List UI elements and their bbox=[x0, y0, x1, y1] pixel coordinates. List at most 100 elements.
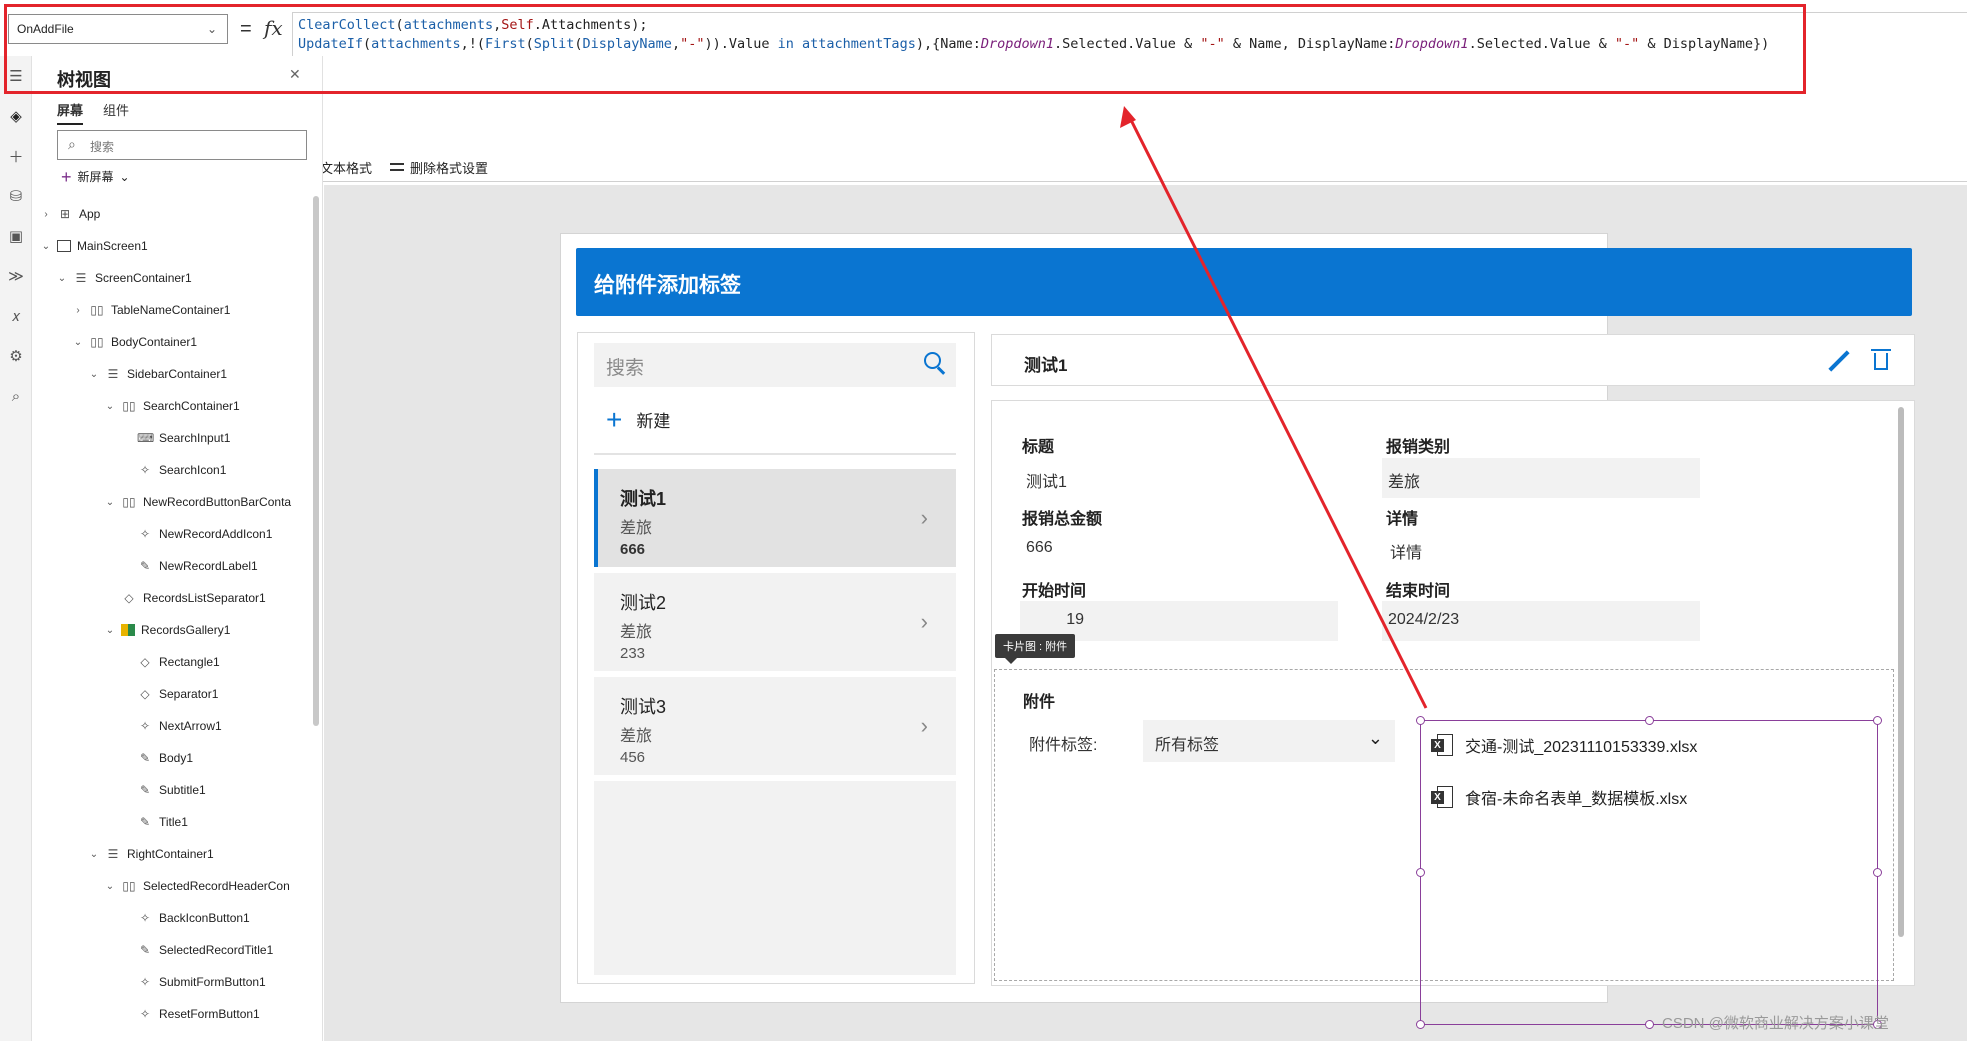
tree-view-layers-icon[interactable]: ◈ bbox=[0, 96, 32, 136]
amount-label: 报销总金额 bbox=[1022, 511, 1103, 528]
insert-plus-icon[interactable]: ＋ bbox=[0, 136, 32, 176]
chevron-down-icon: ⌄ bbox=[206, 22, 217, 36]
tree-tabs: 屏幕 组件 bbox=[57, 100, 129, 125]
remove-format-button[interactable]: 删除格式设置 bbox=[390, 158, 488, 177]
search-icon[interactable] bbox=[924, 352, 946, 374]
chevron-down-icon[interactable]: ⌄ bbox=[39, 241, 53, 252]
tree-node[interactable]: ✧ NextArrow1 bbox=[33, 710, 323, 742]
end-time-label: 结束时间 bbox=[1386, 583, 1451, 600]
tree-node[interactable]: ✧ BackIconButton1 bbox=[33, 902, 323, 934]
tree-node-label: App bbox=[79, 207, 101, 221]
tree-node[interactable]: › ⊞ App bbox=[33, 198, 323, 230]
tree-node[interactable]: ✎ Body1 bbox=[33, 742, 323, 774]
tab-components[interactable]: 组件 bbox=[103, 100, 129, 125]
tree-node[interactable]: ◇ Rectangle1 bbox=[33, 646, 323, 678]
chevron-down-icon[interactable]: ⌄ bbox=[103, 881, 117, 892]
chevron-down-icon[interactable]: ⌄ bbox=[103, 625, 117, 636]
media-icon[interactable]: ▣ bbox=[0, 216, 32, 256]
chevron-right-icon[interactable]: › bbox=[921, 505, 928, 531]
chevron-down-icon[interactable]: ⌄ bbox=[71, 337, 85, 348]
variables-icon[interactable]: 𝑥 bbox=[0, 296, 32, 336]
chevron-right-icon[interactable]: › bbox=[71, 305, 85, 316]
tree-node[interactable]: ✎ SelectedRecordTitle1 bbox=[33, 934, 323, 966]
resize-handle[interactable] bbox=[1645, 716, 1654, 725]
amount-value[interactable]: 666 bbox=[1020, 529, 1330, 569]
plus-icon: + bbox=[61, 166, 72, 187]
tab-screens[interactable]: 屏幕 bbox=[57, 100, 84, 125]
tree-node[interactable]: ✧ NewRecordAddIcon1 bbox=[33, 518, 323, 550]
power-automate-icon[interactable]: ≫ bbox=[0, 256, 32, 296]
resize-handle[interactable] bbox=[1416, 1020, 1425, 1029]
tree-node[interactable]: ⌄ ☰ RightContainer1 bbox=[33, 838, 323, 870]
new-screen-button[interactable]: + 新屏幕 ⌄ bbox=[61, 166, 130, 187]
shape-icon: ◇ bbox=[140, 687, 150, 701]
title-value[interactable]: 测试1 bbox=[1020, 458, 1330, 498]
resize-handle[interactable] bbox=[1416, 716, 1425, 725]
tree-node-label: SelectedRecordTitle1 bbox=[159, 943, 274, 957]
tree-node[interactable]: ⌨ SearchInput1 bbox=[33, 422, 323, 454]
tree-node[interactable]: ⌄ RecordsGallery1 bbox=[33, 614, 323, 646]
type-value[interactable]: 差旅 bbox=[1382, 458, 1700, 498]
record-card[interactable]: 测试2 差旅 233 › bbox=[594, 573, 956, 671]
hcontainer-icon: ▯▯ bbox=[122, 495, 136, 509]
chevron-down-icon[interactable]: ⌄ bbox=[87, 849, 101, 860]
tree-node[interactable]: ✧ SearchIcon1 bbox=[33, 454, 323, 486]
attachments-control[interactable]: X 交通-测试_20231110153339.xlsx X 食宿-未命名表单_数… bbox=[1416, 716, 1882, 1029]
formula-editor[interactable]: ClearCollect(attachments,Self.Attachment… bbox=[292, 12, 1967, 182]
selected-record-title: 测试1 bbox=[1024, 356, 1068, 375]
attachment-item[interactable]: X 食宿-未命名表单_数据模板.xlsx bbox=[1431, 785, 1687, 809]
formula-token: .Selected.Value & bbox=[1468, 36, 1615, 52]
delete-trash-icon[interactable] bbox=[1871, 347, 1891, 371]
tree-search-placeholder: 搜索 bbox=[90, 140, 115, 154]
advanced-tools-icon[interactable]: ⚙ bbox=[0, 336, 32, 376]
resize-handle[interactable] bbox=[1645, 1020, 1654, 1029]
tree-node[interactable]: ◇ RecordsListSeparator1 bbox=[33, 582, 323, 614]
tree-node[interactable]: ◇ Separator1 bbox=[33, 678, 323, 710]
tree-search-input[interactable]: ⌕ 搜索 bbox=[57, 130, 307, 160]
chevron-right-icon[interactable]: › bbox=[921, 713, 928, 739]
property-dropdown[interactable]: OnAddFile ⌄ bbox=[8, 14, 228, 44]
tree-node[interactable]: ⌄ ▯▯ SelectedRecordHeaderCon bbox=[33, 870, 323, 902]
add-icon: + bbox=[606, 403, 623, 435]
iconctl-icon: ✧ bbox=[139, 527, 151, 541]
chevron-down-icon[interactable]: ⌄ bbox=[87, 369, 101, 380]
tree-node[interactable]: ✎ Title1 bbox=[33, 806, 323, 838]
tree-node[interactable]: ✎ NewRecordLabel1 bbox=[33, 550, 323, 582]
attachment-tag-dropdown[interactable]: 所有标签 ⌄ bbox=[1143, 720, 1395, 762]
new-record-button[interactable]: + 新建 bbox=[606, 403, 670, 435]
search-icon[interactable]: ⌕ bbox=[0, 376, 32, 416]
tree-node[interactable]: ✧ SubmitFormButton1 bbox=[33, 966, 323, 998]
close-icon[interactable]: ✕ bbox=[289, 66, 301, 83]
shape-icon: ◇ bbox=[140, 655, 150, 669]
formula-line-1: ClearCollect(attachments,Self.Attachment… bbox=[298, 16, 1962, 35]
data-cylinder-icon[interactable]: ⛁ bbox=[0, 176, 32, 216]
tree-node[interactable]: ⌄ MainScreen1 bbox=[33, 230, 323, 262]
tree-node[interactable]: ⌄ ☰ SidebarContainer1 bbox=[33, 358, 323, 390]
tree-node[interactable]: › ▯▯ TableNameContainer1 bbox=[33, 294, 323, 326]
tree-node[interactable]: ⌄ ☰ ScreenContainer1 bbox=[33, 262, 323, 294]
tree-node[interactable]: ⌄ ▯▯ NewRecordButtonBarConta bbox=[33, 486, 323, 518]
chevron-right-icon[interactable]: › bbox=[39, 209, 53, 220]
chevron-down-icon[interactable]: ⌄ bbox=[55, 273, 69, 284]
tree-node[interactable]: ⌄ ▯▯ BodyContainer1 bbox=[33, 326, 323, 358]
detail-value[interactable]: 详情 bbox=[1384, 529, 1702, 569]
resize-handle[interactable] bbox=[1416, 868, 1425, 877]
attachment-item[interactable]: X 交通-测试_20231110153339.xlsx bbox=[1431, 733, 1697, 757]
tree-scrollbar[interactable] bbox=[313, 196, 319, 726]
chevron-down-icon[interactable]: ⌄ bbox=[103, 497, 117, 508]
end-time-value[interactable]: 2024/2/23 bbox=[1382, 601, 1700, 641]
record-card[interactable]: 测试3 差旅 456 › bbox=[594, 677, 956, 775]
records-search-input[interactable]: 搜索 bbox=[594, 343, 956, 387]
record-card[interactable]: 测试1 差旅 666 › bbox=[594, 469, 956, 567]
resize-handle[interactable] bbox=[1873, 868, 1882, 877]
tree-node[interactable]: ✎ Subtitle1 bbox=[33, 774, 323, 806]
formula-token: Dropdown1 bbox=[980, 36, 1055, 52]
hamburger-menu-icon[interactable]: ☰ bbox=[0, 56, 32, 96]
chevron-right-icon[interactable]: › bbox=[921, 609, 928, 635]
resize-handle[interactable] bbox=[1873, 716, 1882, 725]
edit-pencil-icon[interactable] bbox=[1824, 347, 1852, 375]
tree-node[interactable]: ⌄ ▯▯ SearchContainer1 bbox=[33, 390, 323, 422]
form-scrollbar[interactable] bbox=[1898, 407, 1904, 937]
tree-node[interactable]: ✧ ResetFormButton1 bbox=[33, 998, 323, 1030]
chevron-down-icon[interactable]: ⌄ bbox=[103, 401, 117, 412]
